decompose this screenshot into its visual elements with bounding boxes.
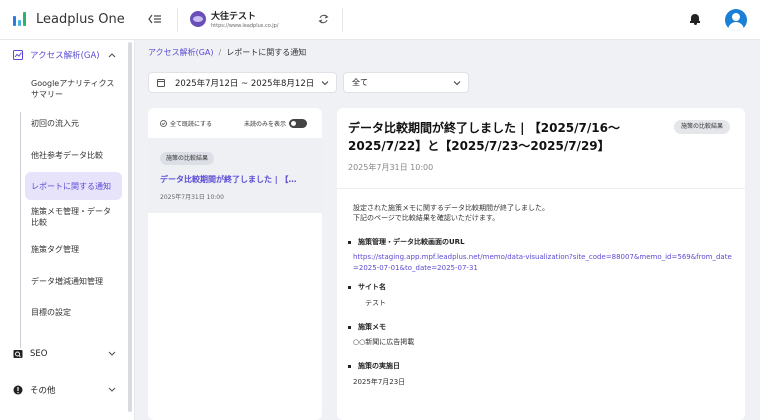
notification-detail-panel: データ比較期間が終了しました | 【2025/7/16〜2025/7/22】と【…: [337, 108, 745, 420]
unread-only-label: 未読のみを表示: [244, 121, 287, 128]
sidebar-section-label: SEO: [30, 349, 48, 359]
sidebar-section-label: その他: [30, 386, 56, 396]
sidebar-item-label: 他社参考データ比較: [31, 150, 103, 160]
sidebar-item-tag-management[interactable]: 施策タグ管理: [25, 241, 122, 257]
detail-intro-line-2: 下記のページで比較結果を確認いただけます。: [353, 214, 500, 222]
sidebar-item-goal-settings[interactable]: 目標の設定: [25, 304, 122, 320]
chevron-up-icon: [108, 52, 116, 58]
sidebar-item-label: 施策タグ管理: [31, 244, 79, 254]
notification-date: 2025年7月31日 10:00: [160, 194, 224, 201]
memo-value: ○○新聞に広告掲載: [353, 338, 415, 346]
category-select[interactable]: 全て: [343, 72, 469, 93]
section-title-text: 施策の実施日: [358, 362, 400, 370]
sidebar-item-first-source[interactable]: 初回の流入元: [25, 115, 122, 131]
memo-compare-url-link[interactable]: https://staging.app.mpf.leadplus.net/mem…: [353, 252, 733, 274]
section-title-text: 施策メモ: [358, 323, 386, 331]
menu-collapse-icon[interactable]: [148, 13, 164, 27]
sidebar-item-label: Googleアナリティクスサマリー: [31, 79, 115, 99]
section-title-text: 施策管理・データ比較画面のURL: [358, 238, 465, 246]
other-icon: [13, 385, 23, 395]
chevron-down-icon: [453, 77, 461, 89]
date-range-picker[interactable]: 2025年7月12日 ~ 2025年8月12日: [148, 72, 337, 93]
notification-tag: 施策の比較結果: [160, 152, 215, 165]
mark-all-read-label: 全て既読にする: [170, 121, 213, 128]
sidebar-item-label: 初回の流入元: [31, 118, 79, 128]
sidebar-item-competitor-compare[interactable]: 他社参考データ比較: [25, 147, 122, 163]
header-divider: [177, 8, 178, 32]
notification-list-panel: 全て既読にする 未読のみを表示 施策の比較結果 データ比較期間が終了しました |…: [148, 108, 322, 420]
sidebar-item-ga-summary[interactable]: Googleアナリティクスサマリー: [25, 76, 122, 102]
leadplus-logo-icon: [12, 10, 30, 28]
chevron-down-icon: [108, 351, 116, 357]
sidebar-item-change-alerts[interactable]: データ増減通知管理: [25, 273, 122, 289]
breadcrumb-current: レポートに関する通知: [226, 48, 307, 57]
detail-section-title: 施策の実施日: [348, 361, 400, 371]
unread-only-toggle[interactable]: [289, 119, 307, 128]
site-avatar-icon: [190, 11, 206, 27]
sidebar-item-label: 目標の設定: [31, 307, 71, 317]
implementation-date-value: 2025年7月23日: [353, 378, 406, 386]
refresh-icon[interactable]: [318, 13, 329, 25]
seo-icon: [13, 350, 23, 358]
breadcrumb: アクセス解析(GA) / レポートに関する通知: [148, 47, 306, 58]
detail-section-title: サイト名: [348, 282, 386, 292]
mark-all-read-button[interactable]: 全て既読にする: [160, 119, 212, 128]
detail-section-title: 施策メモ: [348, 322, 386, 332]
detail-category-badge: 施策の比較結果: [674, 120, 731, 134]
tree-line: [20, 112, 21, 348]
detail-title: データ比較期間が終了しました | 【2025/7/16〜2025/7/22】と【…: [348, 121, 620, 153]
bell-icon[interactable]: [689, 12, 701, 26]
sidebar-item-label: 施策メモ管理・データ比較: [31, 207, 111, 227]
sidebar: アクセス解析(GA) Googleアナリティクスサマリー 初回の流入元 他社参考…: [0, 40, 135, 420]
detail-section-title: 施策管理・データ比較画面のURL: [348, 237, 465, 247]
date-range-value: 2025年7月12日 ~ 2025年8月12日: [175, 78, 315, 89]
list-item[interactable]: 施策の比較結果 データ比較期間が終了しました | 【… 2025年7月31日 1…: [148, 138, 322, 213]
section-title-text: サイト名: [358, 283, 386, 291]
user-icon[interactable]: [725, 9, 747, 31]
app-name: Leadplus One: [36, 11, 125, 27]
sidebar-item-memo-management[interactable]: 施策メモ管理・データ比較: [25, 207, 122, 227]
sidebar-item-report-notifications[interactable]: レポートに関する通知: [25, 172, 122, 200]
sidebar-section-seo[interactable]: SEO: [0, 341, 128, 367]
sidebar-section-analytics[interactable]: アクセス解析(GA): [0, 42, 128, 68]
breadcrumb-parent-link[interactable]: アクセス解析(GA): [148, 48, 214, 57]
check-icon: [160, 120, 167, 127]
sidebar-section-label: アクセス解析(GA): [30, 51, 100, 61]
breadcrumb-separator: /: [218, 48, 222, 57]
chevron-down-icon: [108, 387, 116, 393]
detail-intro-line-1: 設定された施策メモに関するデータ比較期間が終了しました。: [353, 204, 549, 212]
site-selector[interactable]: 大往テスト https://www.leadplus.co.jp/: [190, 9, 279, 29]
notification-title: データ比較期間が終了しました | 【…: [160, 175, 297, 184]
detail-date: 2025年7月31日 10:00: [348, 163, 434, 172]
sidebar-section-other[interactable]: その他: [0, 377, 128, 403]
sidebar-scrollbar[interactable]: [128, 42, 132, 412]
analytics-icon: [13, 50, 23, 60]
category-select-value: 全て: [352, 78, 368, 87]
site-url: https://www.leadplus.co.jp/: [211, 23, 279, 29]
header-divider: [342, 8, 343, 32]
sidebar-item-label: レポートに関する通知: [31, 181, 111, 191]
divider: [337, 188, 745, 189]
sidebar-item-label: データ増減通知管理: [31, 276, 103, 286]
app-logo[interactable]: Leadplus One: [12, 10, 125, 28]
top-header: Leadplus One 大往テスト https://www.leadplus.…: [0, 0, 760, 40]
chevron-down-icon: [321, 77, 329, 89]
site-name: 大往テスト: [211, 12, 257, 22]
site-name-value: テスト: [365, 299, 386, 307]
calendar-icon: [157, 78, 165, 87]
